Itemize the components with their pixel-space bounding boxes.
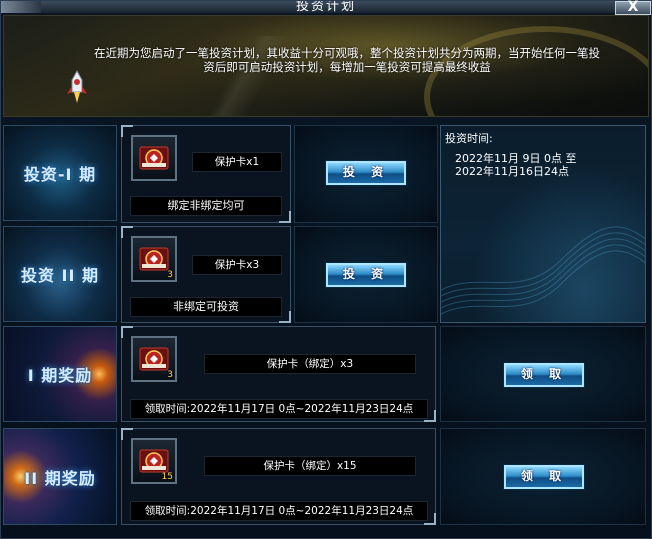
reward-box: 15 保护卡（绑定）x15 领取时间:2022年11月17日 0点~2022年1… <box>121 428 436 525</box>
invest-time-range: 2022年11月 9日 0点 至 2022年11月16日24点 <box>455 152 576 178</box>
wave-decoration <box>441 226 645 315</box>
invest-time-start: 2022年11月 9日 0点 至 <box>455 152 577 165</box>
item-name: 保护卡（绑定）x3 <box>204 354 416 374</box>
close-button[interactable]: X <box>615 0 651 15</box>
invest-button-phase-1[interactable]: 投 资 <box>326 161 406 185</box>
item-note: 绑定非绑定均可 <box>130 196 282 216</box>
rocket-icon <box>67 70 87 103</box>
claim-button-phase-1[interactable]: 领 取 <box>504 363 584 387</box>
window-title: 投资计划 <box>295 1 356 13</box>
action-cell: 领 取 <box>440 428 646 525</box>
item-note: 非绑定可投资 <box>130 297 282 317</box>
item-slot[interactable] <box>131 135 177 181</box>
investment-time-panel: 投资时间: 2022年11月 9日 0点 至 2022年11月16日24点 <box>440 125 646 323</box>
action-cell: 投 资 <box>294 226 438 323</box>
banner-description: 在近期为您启动了一笔投资计划，其收益十分可观哦，整个投资计划共分为两期，当开始任… <box>94 46 600 74</box>
banner: 在近期为您启动了一笔投资计划，其收益十分可观哦，整个投资计划共分为两期，当开始任… <box>3 15 649 117</box>
section-label: 投资-I 期 <box>23 165 97 184</box>
section-reward-phase-1: I 期奖励 <box>3 326 117 422</box>
action-cell: 领 取 <box>440 326 646 422</box>
item-name: 保护卡（绑定）x15 <box>204 456 416 476</box>
investment-plan-window: 投资计划 X 在近期为您启动了一笔投资计划，其收益十分可观哦，整个投资计划共分为… <box>0 0 652 539</box>
item-name: 保护卡x1 <box>192 152 282 172</box>
protection-card-icon <box>139 247 169 271</box>
item-quantity: 3 <box>167 370 173 380</box>
item-quantity: 15 <box>161 472 173 482</box>
section-invest-phase-2: 投资 II 期 <box>3 226 117 322</box>
invest-time-end: 2022年11月16日24点 <box>455 165 569 178</box>
reward-box: 3 保护卡（绑定）x3 领取时间:2022年11月17日 0点~2022年11月… <box>121 326 436 422</box>
title-bar: 投资计划 <box>1 1 652 13</box>
section-label: II 期奖励 <box>24 468 96 488</box>
item-slot[interactable]: 3 <box>131 336 177 382</box>
protection-card-icon <box>139 347 169 371</box>
section-invest-phase-1: 投资-I 期 <box>3 125 117 221</box>
item-box: 保护卡x1 绑定非绑定均可 <box>121 125 291 223</box>
item-name: 保护卡x3 <box>192 255 282 275</box>
claim-button-phase-2[interactable]: 领 取 <box>504 465 584 489</box>
corner-ornament <box>1 1 41 13</box>
invest-button-phase-2[interactable]: 投 资 <box>326 263 406 287</box>
invest-time-label: 投资时间: <box>445 132 493 145</box>
protection-card-icon <box>139 146 169 170</box>
section-label: 投资 II 期 <box>20 266 100 285</box>
claim-time: 领取时间:2022年11月17日 0点~2022年11月23日24点 <box>130 501 428 521</box>
item-slot[interactable]: 3 <box>131 236 177 282</box>
item-box: 3 保护卡x3 非绑定可投资 <box>121 226 291 323</box>
claim-time: 领取时间:2022年11月17日 0点~2022年11月23日24点 <box>130 399 428 419</box>
section-reward-phase-2: II 期奖励 <box>3 428 117 525</box>
item-quantity: 3 <box>167 270 173 280</box>
item-slot[interactable]: 15 <box>131 438 177 484</box>
action-cell: 投 资 <box>294 125 438 223</box>
section-label: I 期奖励 <box>27 366 93 385</box>
